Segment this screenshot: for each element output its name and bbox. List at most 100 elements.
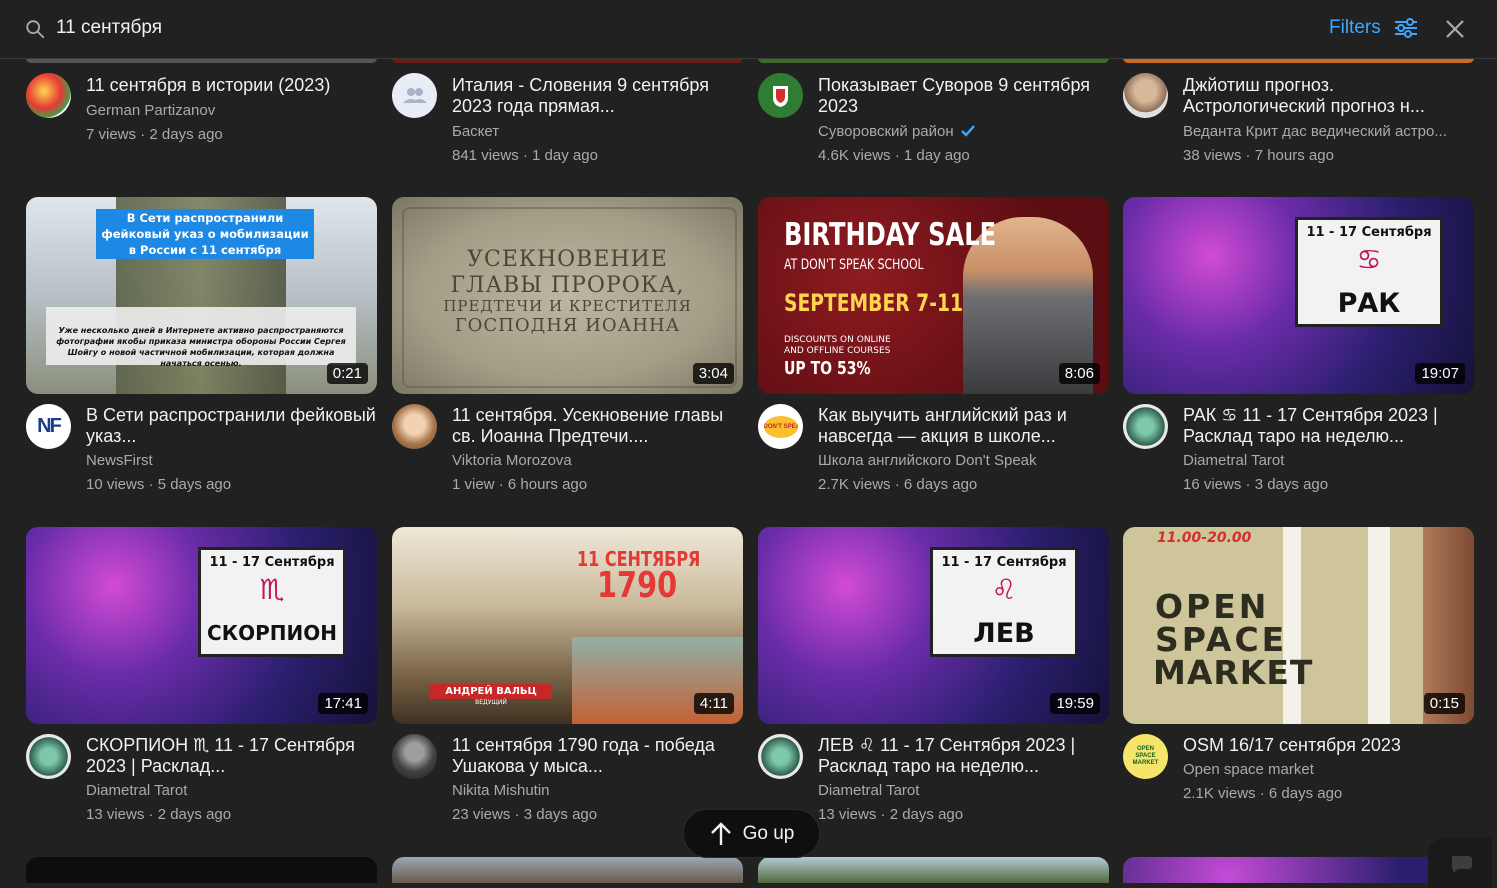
video-thumbnail[interactable]: BIRTHDAY SALE AT DON'T SPEAK SCHOOL SEPT… xyxy=(758,197,1109,394)
thumbnail-line-3: MARKET xyxy=(1153,653,1314,692)
thumbnail-cutoff[interactable] xyxy=(26,857,377,883)
upload-age: 2 days ago xyxy=(157,806,232,823)
thumbnail-cutoff[interactable] xyxy=(392,857,743,883)
group-icon xyxy=(403,88,427,103)
video-title[interactable]: 11 сентября 1790 года - победа Ушакова у… xyxy=(452,735,742,777)
video-title[interactable]: Показывает Суворов 9 сентября 2023 xyxy=(818,75,1108,117)
video-title[interactable]: 11 сентября. Усекновение главы св. Иоанн… xyxy=(452,405,742,447)
video-title[interactable]: Джйотиш прогноз. Астрологический прогноз… xyxy=(1183,75,1473,117)
video-stats: 4.6K views · 1 day ago xyxy=(818,147,970,164)
upload-age: 7 hours ago xyxy=(1254,147,1334,164)
view-count: 4.6K views xyxy=(818,147,891,164)
close-icon[interactable] xyxy=(1444,18,1466,40)
thumbnail-line-4: ВЕДУЩИЙ xyxy=(475,699,507,706)
channel-avatar[interactable] xyxy=(26,734,71,779)
zodiac-sign-icon: ♏ xyxy=(259,573,285,606)
video-stats: 23 views · 3 days ago xyxy=(452,806,598,823)
video-thumbnail[interactable]: 11 СЕНТЯБРЯ 1790 АНДРЕЙ ВАЛЬЦ ВЕДУЩИЙ 4:… xyxy=(392,527,743,724)
video-title[interactable]: РАК ♋ 11 - 17 Сентября 2023 | Расклад та… xyxy=(1183,405,1473,447)
thumbnail-line-1: УСЕКНОВЕНИЕ xyxy=(467,247,668,272)
thumbnail-line-5: AND OFFLINE COURSES xyxy=(784,346,891,356)
filters-button[interactable]: Filters xyxy=(1329,17,1419,39)
video-title[interactable]: Как выучить английский раз и навсегда — … xyxy=(818,405,1108,447)
view-count: 38 views xyxy=(1183,147,1242,164)
video-duration: 8:06 xyxy=(1058,363,1100,384)
upload-age: 5 days ago xyxy=(157,476,232,493)
arrow-up-icon xyxy=(710,821,731,845)
avatar-logo-text: NF xyxy=(37,415,62,437)
video-title[interactable]: 11 сентября в истории (2023) xyxy=(86,75,376,96)
avatar-logo-text: DON'T SPEAK xyxy=(763,415,798,438)
upload-age: 6 days ago xyxy=(903,476,978,493)
channel-name[interactable]: NewsFirst xyxy=(86,452,376,469)
thumbnail-cutoff[interactable] xyxy=(1123,857,1474,883)
channel-avatar[interactable]: NF xyxy=(26,404,71,449)
channel-avatar[interactable] xyxy=(392,404,437,449)
zodiac-sign-icon: ♌ xyxy=(991,573,1017,606)
thumbnail-subtext: Уже несколько дней в Интернете активно р… xyxy=(46,307,356,368)
video-thumbnail[interactable]: В Сети распространили фейковый указ о мо… xyxy=(26,197,377,394)
go-up-label: Go up xyxy=(742,822,795,844)
thumbnail-zodiac-name: СКОРПИОН xyxy=(207,621,337,645)
channel-avatar[interactable] xyxy=(1123,404,1168,449)
channel-avatar[interactable]: DON'T SPEAK xyxy=(758,404,803,449)
video-thumbnail[interactable]: 11.00-20.00 OPEN SPACE MARKET 0:15 xyxy=(1123,527,1474,724)
video-thumbnail[interactable]: 11 - 17 Сентября ♌ ЛЕВ 19:59 xyxy=(758,527,1109,724)
thumbnail-zodiac-name: ЛЕВ xyxy=(973,618,1035,649)
video-duration: 19:07 xyxy=(1415,363,1465,384)
channel-name[interactable]: Diametral Tarot xyxy=(86,782,376,799)
chat-button[interactable] xyxy=(1428,838,1492,888)
chat-icon xyxy=(1452,856,1472,873)
upload-age: 6 days ago xyxy=(1268,785,1343,802)
video-stats: 841 views · 1 day ago xyxy=(452,147,598,164)
thumbnail-time: 11.00-20.00 xyxy=(1157,530,1252,546)
thumbnail-zodiac-name: РАК xyxy=(1337,288,1401,319)
video-title[interactable]: В Сети распространили фейковый указ... xyxy=(86,405,376,447)
thumbnail-dates: 11 - 17 Сентября xyxy=(1306,225,1432,240)
video-thumbnail[interactable]: УСЕКНОВЕНИЕ ГЛАВЫ ПРОРОКА, ПРЕДТЕЧИ И КР… xyxy=(392,197,743,394)
channel-avatar[interactable] xyxy=(392,73,437,118)
video-stats: 13 views · 2 days ago xyxy=(818,806,964,823)
channel-avatar[interactable] xyxy=(1123,73,1168,118)
avatar-logo-text: OPEN SPACE MARKET xyxy=(1132,746,1159,766)
video-title[interactable]: OSM 16/17 сентября 2023 xyxy=(1183,735,1473,756)
channel-avatar[interactable] xyxy=(392,734,437,779)
channel-name[interactable]: Веданта Крит дас ведический астро... xyxy=(1183,123,1473,140)
thumbnail-line-4: DISCOUNTS ON ONLINE xyxy=(784,335,891,345)
upload-age: 3 days ago xyxy=(1254,476,1329,493)
verified-check-icon xyxy=(960,125,975,137)
video-title[interactable]: СКОРПИОН ♏ 11 - 17 Сентября 2023 | Раскл… xyxy=(86,735,376,777)
channel-name[interactable]: Суворовский район xyxy=(818,123,1108,140)
video-title[interactable]: Италия - Словения 9 сентября 2023 года п… xyxy=(452,75,742,117)
upload-age: 2 days ago xyxy=(889,806,964,823)
thumbnail-line-3: ПРЕДТЕЧИ И КРЕСТИТЕЛЯ xyxy=(443,297,692,315)
view-count: 10 views xyxy=(86,476,145,493)
video-duration: 4:11 xyxy=(693,693,734,714)
channel-avatar[interactable]: OPEN SPACE MARKET xyxy=(1123,734,1168,779)
thumbnail-cutoff[interactable] xyxy=(758,857,1109,883)
video-title[interactable]: ЛЕВ ♌ 11 - 17 Сентября 2023 | Расклад та… xyxy=(818,735,1108,777)
channel-name[interactable]: Viktoria Morozova xyxy=(452,452,742,469)
view-count: 1 view xyxy=(452,476,495,493)
channel-name[interactable]: German Partizanov xyxy=(86,102,376,119)
channel-name[interactable]: Open space market xyxy=(1183,761,1473,778)
go-up-button[interactable]: Go up xyxy=(683,809,820,858)
search-input[interactable]: 11 сентября xyxy=(56,17,162,39)
channel-name[interactable]: Nikita Mishutin xyxy=(452,782,742,799)
view-count: 23 views xyxy=(452,806,511,823)
upload-age: 3 days ago xyxy=(523,806,598,823)
video-thumbnail[interactable]: 11 - 17 Сентября ♏ СКОРПИОН 17:41 xyxy=(26,527,377,724)
view-count: 2.7K views xyxy=(818,476,891,493)
view-count: 2.1K views xyxy=(1183,785,1256,802)
search-icon[interactable] xyxy=(24,18,46,40)
channel-avatar[interactable] xyxy=(758,73,803,118)
coat-of-arms-icon xyxy=(773,86,788,107)
channel-name[interactable]: Diametral Tarot xyxy=(1183,452,1473,469)
channel-avatar[interactable] xyxy=(26,73,71,118)
video-thumbnail[interactable]: 11 - 17 Сентября ♋ РАК 19:07 xyxy=(1123,197,1474,394)
upload-age: 2 days ago xyxy=(149,126,223,143)
channel-name[interactable]: Баскет xyxy=(452,123,742,140)
channel-name[interactable]: Diametral Tarot xyxy=(818,782,1108,799)
channel-name[interactable]: Школа английского Don't Speak xyxy=(818,452,1108,469)
channel-avatar[interactable] xyxy=(758,734,803,779)
